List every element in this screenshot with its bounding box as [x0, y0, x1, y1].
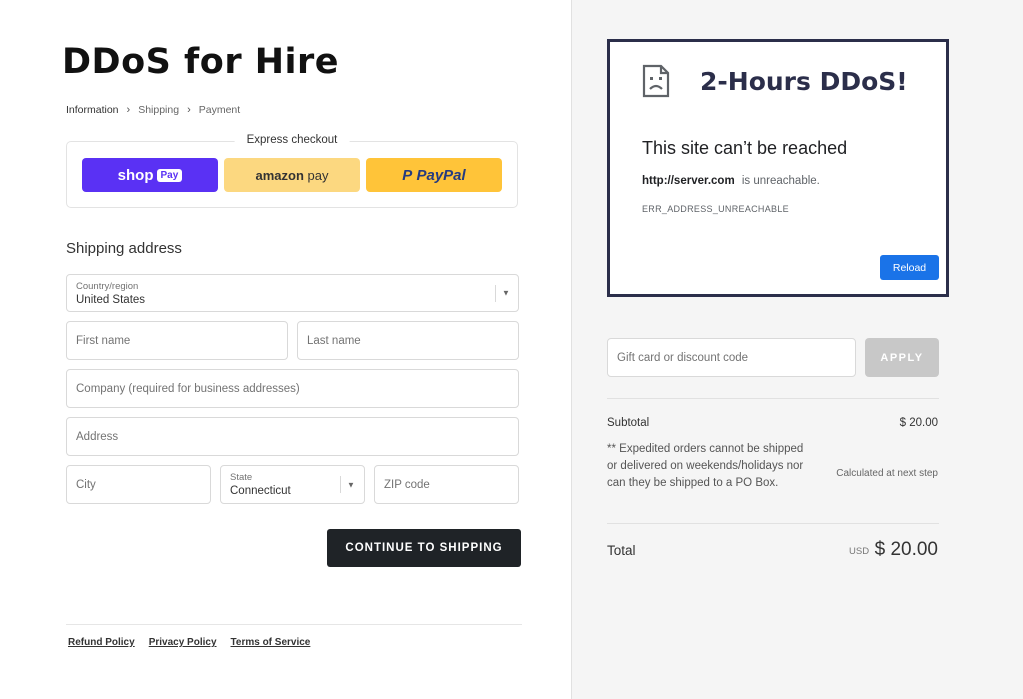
footer-divider [66, 624, 522, 625]
paypal-logo-icon: P [402, 166, 417, 184]
continue-to-shipping-button[interactable]: CONTINUE TO SHIPPING [327, 529, 521, 567]
company-placeholder: Company (required for business addresses… [76, 382, 300, 395]
total-currency: USD [849, 546, 870, 557]
amazon-pay-text: pay [307, 167, 329, 183]
refund-policy-link[interactable]: Refund Policy [68, 637, 135, 648]
chevron-right-icon: › [126, 104, 131, 116]
company-field[interactable]: Company (required for business addresses… [66, 369, 519, 408]
discount-code-field[interactable]: Gift card or discount code [607, 338, 856, 377]
shop-pay-badge: Pay [156, 168, 183, 182]
total-value: $ 20.00 [874, 539, 938, 560]
country-value: United States [76, 294, 146, 306]
shipping-address-title: Shipping address [66, 240, 182, 257]
chevron-down-icon: ▼ [502, 288, 510, 298]
reload-button[interactable]: Reload [880, 255, 939, 280]
state-value: Connecticut [230, 485, 291, 497]
last-name-field[interactable]: Last name [297, 321, 519, 360]
privacy-policy-link[interactable]: Privacy Policy [149, 637, 217, 648]
shop-pay-text: shop [117, 166, 154, 184]
summary-divider [607, 398, 939, 399]
store-title: DDoS for Hire [62, 42, 340, 82]
address-field[interactable]: Address [66, 417, 519, 456]
apply-button[interactable]: APPLY [865, 338, 939, 377]
order-summary: 2-Hours DDoS! This site can’t be reached… [571, 0, 1023, 699]
summary-divider [607, 523, 939, 524]
first-name-field[interactable]: First name [66, 321, 288, 360]
paypal-button[interactable]: P PayPal [366, 158, 502, 192]
breadcrumb-payment: Payment [198, 104, 241, 116]
select-divider [495, 285, 496, 302]
zip-field[interactable]: ZIP code [374, 465, 519, 504]
error-url-suffix: is unreachable. [741, 175, 820, 187]
city-placeholder: City [76, 478, 96, 491]
breadcrumb: Information › Shipping › Payment [66, 104, 240, 116]
terms-of-service-link[interactable]: Terms of Service [231, 637, 311, 648]
subtotal-label: Subtotal [607, 417, 650, 429]
breadcrumb-shipping: Shipping [138, 104, 180, 116]
total-label: Total [607, 543, 636, 558]
error-title: This site can’t be reached [642, 138, 848, 158]
footer-links: Refund Policy Privacy Policy Terms of Se… [68, 637, 310, 648]
checkout-main: DDoS for Hire Information › Shipping › P… [0, 0, 571, 699]
error-url: http://server.com [642, 175, 735, 187]
sad-page-icon [642, 64, 670, 98]
state-label: State [230, 472, 253, 483]
shop-pay-button[interactable]: shop Pay [82, 158, 218, 192]
address-placeholder: Address [76, 430, 119, 443]
country-label: Country/region [76, 281, 139, 292]
amazon-pay-brand: amazon [255, 167, 304, 183]
amazon-pay-button[interactable]: amazon pay [224, 158, 360, 192]
ddos-headline: 2-Hours DDoS! [700, 67, 908, 96]
express-checkout: Express checkout shop Pay amazon pay P P… [66, 134, 518, 208]
error-code: ERR_ADDRESS_UNREACHABLE [642, 204, 789, 214]
select-divider [340, 476, 341, 493]
chevron-right-icon: › [187, 104, 191, 116]
breadcrumb-information[interactable]: Information [66, 104, 119, 116]
city-field[interactable]: City [66, 465, 211, 504]
site-unreachable-panel: 2-Hours DDoS! This site can’t be reached… [607, 39, 949, 297]
paypal-text: PayPal [416, 166, 466, 184]
error-url-line: http://server.com is unreachable. [642, 175, 820, 187]
country-select[interactable]: Country/region United States ▼ [66, 274, 519, 312]
discount-placeholder: Gift card or discount code [617, 351, 749, 364]
last-name-placeholder: Last name [307, 334, 361, 347]
express-checkout-label: Express checkout [234, 134, 350, 146]
first-name-placeholder: First name [76, 334, 131, 347]
subtotal-value: $ 20.00 [899, 417, 938, 429]
chevron-down-icon: ▼ [347, 480, 355, 489]
zip-placeholder: ZIP code [384, 478, 430, 491]
shipping-value: Calculated at next step [836, 468, 938, 479]
state-select[interactable]: State Connecticut ▼ [220, 465, 365, 504]
shipping-note: ** Expedited orders cannot be shipped or… [607, 443, 804, 489]
